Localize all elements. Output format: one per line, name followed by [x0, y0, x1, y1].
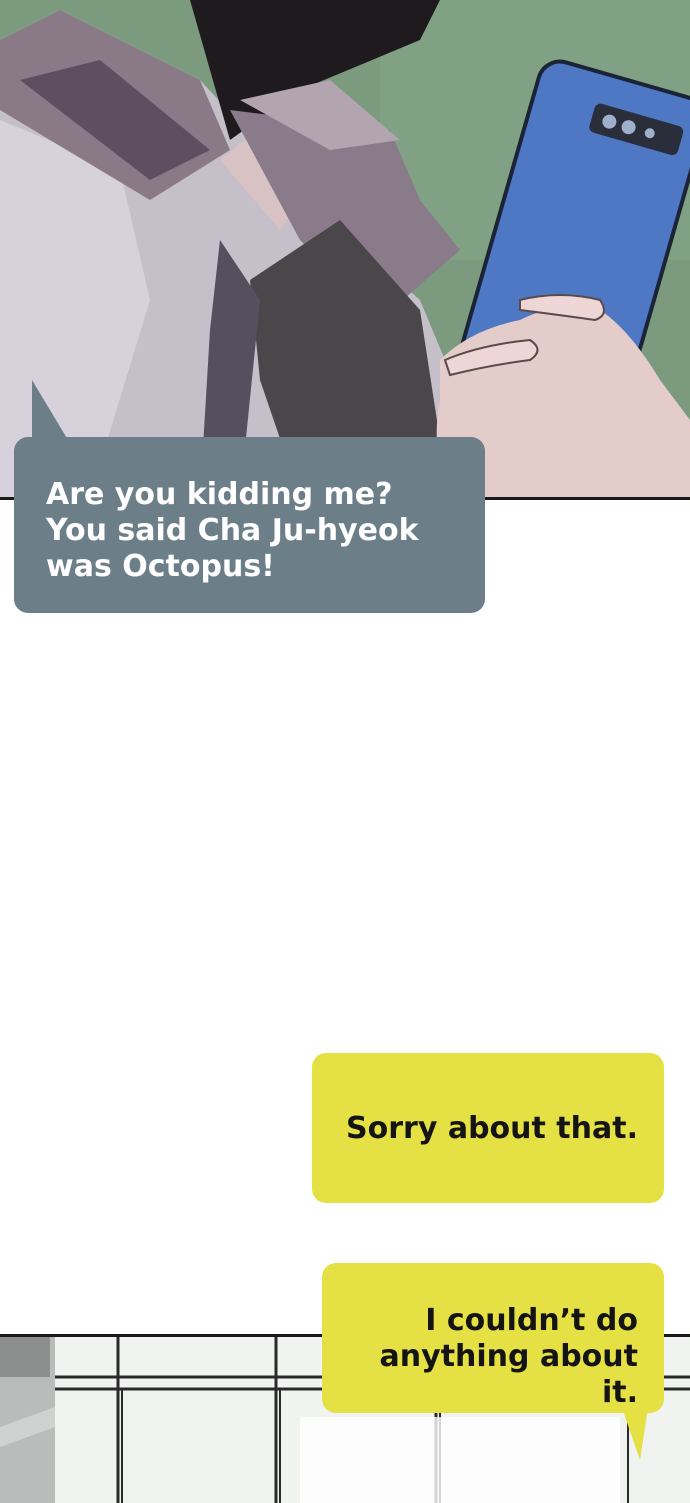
bubble-line: I couldn’t do	[425, 1303, 638, 1338]
comic-panel-top	[0, 0, 690, 500]
speech-bubble-blue: Are you kidding me? You said Cha Ju-hyeo…	[14, 437, 485, 613]
bubble-line: You said Cha Ju-hyeok	[46, 513, 419, 548]
bubble-line: Sorry about that.	[346, 1111, 638, 1146]
bubble-line: Are you kidding me?	[46, 477, 393, 512]
speech-bubble-yellow-couldnt: I couldn’t do anything about it.	[322, 1263, 664, 1413]
bubble-tail-yellow	[622, 1408, 648, 1460]
bubble-line: was Octopus!	[46, 549, 275, 584]
panel-illustration-phone	[0, 0, 690, 497]
bubble-line: anything about it.	[379, 1339, 638, 1410]
speech-bubble-yellow-sorry: Sorry about that.	[312, 1053, 664, 1203]
